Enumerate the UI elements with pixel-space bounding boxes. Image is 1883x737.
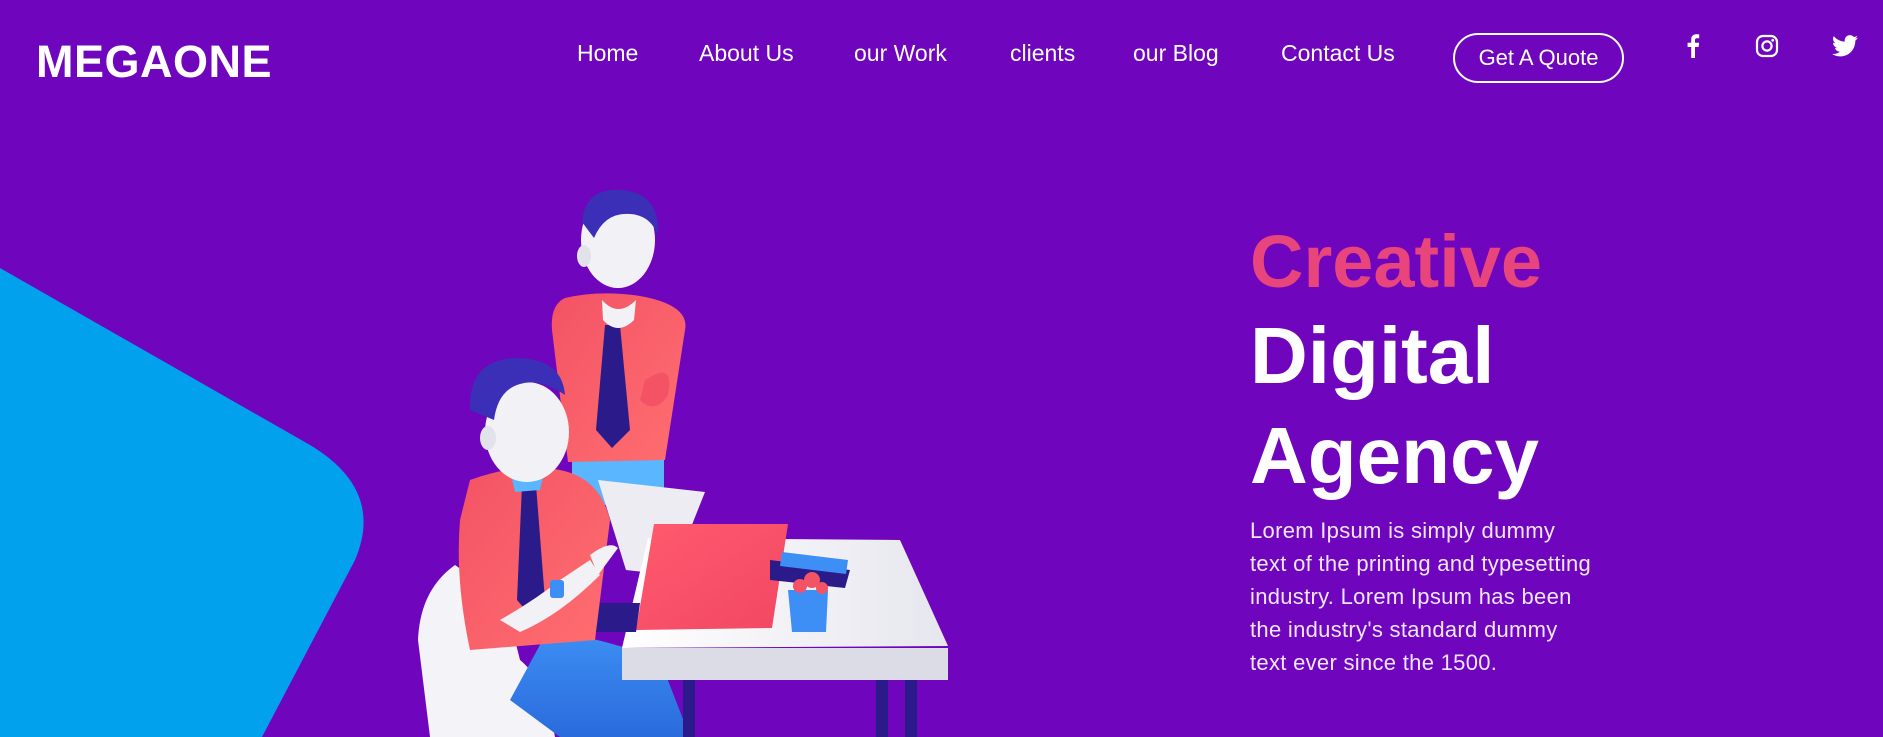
hero-paragraph: Lorem Ipsum is simply dummy text of the … [1250,518,1592,675]
hero-title-line2: Agency [1250,411,1539,500]
twitter-icon[interactable] [1830,31,1860,61]
hero-illustration [418,189,948,737]
instagram-icon[interactable] [1752,31,1782,61]
hero-eyebrow: Creative [1250,220,1543,303]
hero-title-line1: Digital [1250,311,1495,400]
nav-contact-us[interactable]: Contact Us [1281,38,1395,68]
facebook-icon[interactable] [1678,31,1708,61]
hero-section: Creative Digital Agency Lorem Ipsum is s… [1250,218,1610,679]
get-a-quote-button[interactable]: Get A Quote [1453,33,1624,83]
standing-figure [551,189,686,505]
nav-clients[interactable]: clients [1010,38,1075,68]
nav-our-blog[interactable]: our Blog [1133,38,1219,68]
